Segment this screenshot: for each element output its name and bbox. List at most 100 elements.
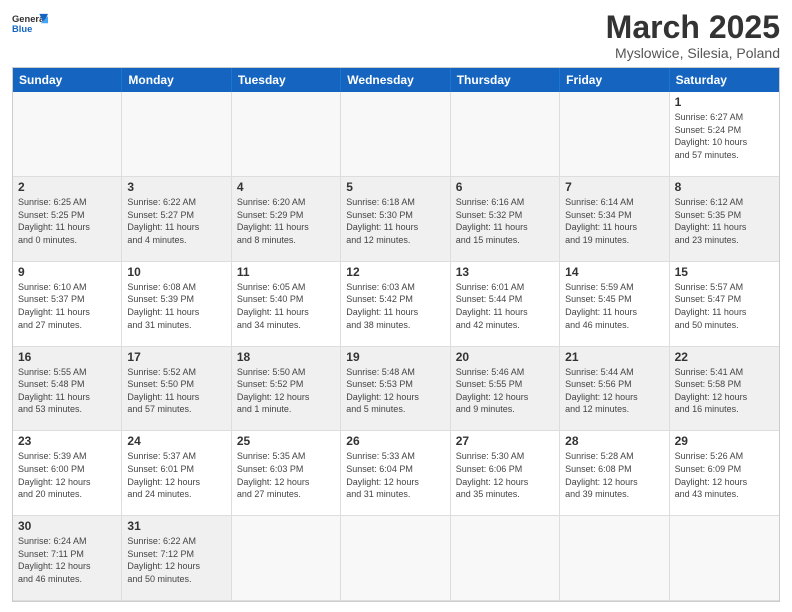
- day-number: 9: [18, 265, 116, 279]
- day-number: 31: [127, 519, 225, 533]
- table-row: [560, 92, 669, 177]
- day-number: 27: [456, 434, 554, 448]
- table-row: 6Sunrise: 6:16 AM Sunset: 5:32 PM Daylig…: [451, 177, 560, 262]
- table-row: 16 Sunrise: 5:55 AM Sunset: 5:48 PM Dayli…: [13, 347, 122, 432]
- day-info: Sunrise: 6:24 AM Sunset: 7:11 PM Dayligh…: [18, 535, 116, 585]
- header-saturday: Saturday: [670, 68, 779, 92]
- title-block: March 2025 Myslowice, Silesia, Poland: [606, 10, 780, 61]
- table-row: 28 Sunrise: 5:28 AM Sunset: 6:08 PM Dayli…: [560, 431, 669, 516]
- table-row: [122, 92, 231, 177]
- table-row: 23 Sunrise: 5:39 AM Sunset: 6:00 PM Dayli…: [13, 431, 122, 516]
- day-info: Sunrise: 6:05 AM Sunset: 5:40 PM Dayligh…: [237, 281, 335, 331]
- day-info: Sunrise: 5:37 AM Sunset: 6:01 PM Dayligh…: [127, 450, 225, 500]
- header-friday: Friday: [560, 68, 669, 92]
- day-number: 16: [18, 350, 116, 364]
- day-number: 12: [346, 265, 444, 279]
- header-tuesday: Tuesday: [232, 68, 341, 92]
- day-info: Sunrise: 6:22 AM Sunset: 5:27 PM Dayligh…: [127, 196, 225, 246]
- table-row: 22Sunrise: 5:41 AM Sunset: 5:58 PM Dayli…: [670, 347, 779, 432]
- table-row: 11 Sunrise: 6:05 AM Sunset: 5:40 PM Dayli…: [232, 262, 341, 347]
- table-row: 8 Sunrise: 6:12 AM Sunset: 5:35 PM Daylig…: [670, 177, 779, 262]
- table-row: 14Sunrise: 5:59 AM Sunset: 5:45 PM Dayli…: [560, 262, 669, 347]
- day-number: 30: [18, 519, 116, 533]
- day-number: 26: [346, 434, 444, 448]
- header-thursday: Thursday: [451, 68, 560, 92]
- day-info: Sunrise: 6:22 AM Sunset: 7:12 PM Dayligh…: [127, 535, 225, 585]
- day-number: 1: [675, 95, 774, 109]
- table-row: 21 Sunrise: 5:44 AM Sunset: 5:56 PM Dayli…: [560, 347, 669, 432]
- table-row: 3Sunrise: 6:22 AM Sunset: 5:27 PM Daylig…: [122, 177, 231, 262]
- day-info: Sunrise: 6:20 AM Sunset: 5:29 PM Dayligh…: [237, 196, 335, 246]
- day-info: Sunrise: 5:52 AM Sunset: 5:50 PM Dayligh…: [127, 366, 225, 416]
- day-info: Sunrise: 5:55 AM Sunset: 5:48 PM Dayligh…: [18, 366, 116, 416]
- day-info: Sunrise: 5:46 AM Sunset: 5:55 PM Dayligh…: [456, 366, 554, 416]
- day-number: 21: [565, 350, 663, 364]
- day-info: Sunrise: 5:35 AM Sunset: 6:03 PM Dayligh…: [237, 450, 335, 500]
- day-info: Sunrise: 5:33 AM Sunset: 6:04 PM Dayligh…: [346, 450, 444, 500]
- day-number: 11: [237, 265, 335, 279]
- table-row: 13 Sunrise: 6:01 AM Sunset: 5:44 PM Dayli…: [451, 262, 560, 347]
- table-row: 5Sunrise: 6:18 AM Sunset: 5:30 PM Daylig…: [341, 177, 450, 262]
- day-info: Sunrise: 5:26 AM Sunset: 6:09 PM Dayligh…: [675, 450, 774, 500]
- table-row: [232, 92, 341, 177]
- calendar-header: Sunday Monday Tuesday Wednesday Thursday…: [13, 68, 779, 92]
- day-number: 7: [565, 180, 663, 194]
- day-info: Sunrise: 6:16 AM Sunset: 5:32 PM Dayligh…: [456, 196, 554, 246]
- table-row: 29 Sunrise: 5:26 AM Sunset: 6:09 PM Dayli…: [670, 431, 779, 516]
- day-number: 20: [456, 350, 554, 364]
- table-row: 15 Sunrise: 5:57 AM Sunset: 5:47 PM Dayli…: [670, 262, 779, 347]
- day-info: Sunrise: 5:44 AM Sunset: 5:56 PM Dayligh…: [565, 366, 663, 416]
- table-row: 2 Sunrise: 6:25 AM Sunset: 5:25 PM Daylig…: [13, 177, 122, 262]
- table-row: 17 Sunrise: 5:52 AM Sunset: 5:50 PM Dayli…: [122, 347, 231, 432]
- day-number: 8: [675, 180, 774, 194]
- day-number: 29: [675, 434, 774, 448]
- table-row: [232, 516, 341, 601]
- day-number: 24: [127, 434, 225, 448]
- day-number: 4: [237, 180, 335, 194]
- table-row: 30 Sunrise: 6:24 AM Sunset: 7:11 PM Dayli…: [13, 516, 122, 601]
- table-row: 9 Sunrise: 6:10 AM Sunset: 5:37 PM Daylig…: [13, 262, 122, 347]
- day-info: Sunrise: 6:01 AM Sunset: 5:44 PM Dayligh…: [456, 281, 554, 331]
- header-sunday: Sunday: [13, 68, 122, 92]
- generalblue-logo-icon: General Blue: [12, 10, 48, 38]
- table-row: [341, 92, 450, 177]
- svg-text:Blue: Blue: [12, 24, 32, 34]
- logo: General Blue: [12, 10, 48, 38]
- calendar-body: 1 Sunrise: 6:27 AM Sunset: 5:24 PM Daylig…: [13, 92, 779, 601]
- day-info: Sunrise: 5:48 AM Sunset: 5:53 PM Dayligh…: [346, 366, 444, 416]
- table-row: 31 Sunrise: 6:22 AM Sunset: 7:12 PM Dayli…: [122, 516, 231, 601]
- table-row: 18Sunrise: 5:50 AM Sunset: 5:52 PM Dayli…: [232, 347, 341, 432]
- table-row: [560, 516, 669, 601]
- day-number: 28: [565, 434, 663, 448]
- table-row: 10 Sunrise: 6:08 AM Sunset: 5:39 PM Dayli…: [122, 262, 231, 347]
- day-info: Sunrise: 6:18 AM Sunset: 5:30 PM Dayligh…: [346, 196, 444, 246]
- day-info: Sunrise: 6:12 AM Sunset: 5:35 PM Dayligh…: [675, 196, 774, 246]
- day-info: Sunrise: 6:25 AM Sunset: 5:25 PM Dayligh…: [18, 196, 116, 246]
- day-number: 10: [127, 265, 225, 279]
- table-row: 24 Sunrise: 5:37 AM Sunset: 6:01 PM Dayli…: [122, 431, 231, 516]
- day-number: 15: [675, 265, 774, 279]
- day-number: 17: [127, 350, 225, 364]
- day-info: Sunrise: 6:10 AM Sunset: 5:37 PM Dayligh…: [18, 281, 116, 331]
- table-row: 12Sunrise: 6:03 AM Sunset: 5:42 PM Dayli…: [341, 262, 450, 347]
- day-number: 19: [346, 350, 444, 364]
- table-row: 25 Sunrise: 5:35 AM Sunset: 6:03 PM Dayli…: [232, 431, 341, 516]
- day-info: Sunrise: 6:08 AM Sunset: 5:39 PM Dayligh…: [127, 281, 225, 331]
- day-info: Sunrise: 5:28 AM Sunset: 6:08 PM Dayligh…: [565, 450, 663, 500]
- table-row: [451, 516, 560, 601]
- day-info: Sunrise: 5:57 AM Sunset: 5:47 PM Dayligh…: [675, 281, 774, 331]
- day-number: 14: [565, 265, 663, 279]
- day-info: Sunrise: 5:41 AM Sunset: 5:58 PM Dayligh…: [675, 366, 774, 416]
- day-number: 13: [456, 265, 554, 279]
- table-row: 1 Sunrise: 6:27 AM Sunset: 5:24 PM Daylig…: [670, 92, 779, 177]
- day-number: 23: [18, 434, 116, 448]
- day-info: Sunrise: 5:39 AM Sunset: 6:00 PM Dayligh…: [18, 450, 116, 500]
- table-row: [341, 516, 450, 601]
- calendar: Sunday Monday Tuesday Wednesday Thursday…: [12, 67, 780, 602]
- day-info: Sunrise: 6:27 AM Sunset: 5:24 PM Dayligh…: [675, 111, 774, 161]
- table-row: 27Sunrise: 5:30 AM Sunset: 6:06 PM Dayli…: [451, 431, 560, 516]
- location-title: Myslowice, Silesia, Poland: [606, 45, 780, 61]
- day-number: 2: [18, 180, 116, 194]
- header-monday: Monday: [122, 68, 231, 92]
- day-number: 25: [237, 434, 335, 448]
